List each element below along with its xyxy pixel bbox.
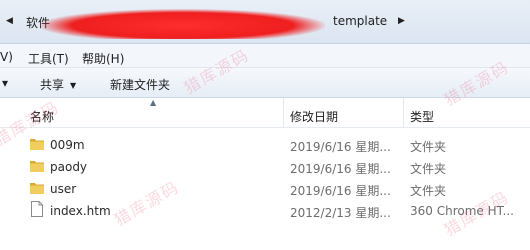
menu-bar: V) 工具(T) 帮助(H) <box>0 44 530 68</box>
address-bar[interactable]: ◀ 软件 template ▶ <box>0 0 530 44</box>
file-modified: 2019/6/16 星期... <box>290 140 391 154</box>
share-button[interactable]: 共享 ▼ <box>40 76 76 93</box>
html-file-icon <box>31 201 43 217</box>
column-header-type[interactable]: 类型 <box>410 108 434 125</box>
file-name: index.htm <box>50 204 111 218</box>
breadcrumb-item-template[interactable]: template <box>333 14 387 28</box>
file-type: 文件夹 <box>410 162 447 176</box>
file-row[interactable]: user 2019/6/16 星期... 文件夹 <box>0 178 530 200</box>
file-modified: 2012/2/13 星期... <box>290 206 391 220</box>
menu-view[interactable]: V) <box>0 50 13 64</box>
file-type: 文件夹 <box>410 184 447 198</box>
toolbar-dropdown-arrow-icon[interactable]: ▾ <box>2 76 8 90</box>
file-row[interactable]: paody 2019/6/16 星期... 文件夹 <box>0 156 530 178</box>
column-divider[interactable] <box>283 98 284 128</box>
folder-icon <box>30 161 44 172</box>
file-name: user <box>50 182 77 196</box>
column-header-modified[interactable]: 修改日期 <box>290 108 338 125</box>
chevron-down-icon: ▼ <box>70 81 77 90</box>
file-row[interactable]: 009m 2019/6/16 星期... 文件夹 <box>0 134 530 156</box>
breadcrumb-chevron-icon[interactable]: ▶ <box>398 16 405 26</box>
menu-tools[interactable]: 工具(T) <box>28 50 69 67</box>
column-divider[interactable] <box>403 98 404 128</box>
file-modified: 2019/6/16 星期... <box>290 184 391 198</box>
header-divider <box>0 127 530 128</box>
file-name: 009m <box>50 138 85 152</box>
folder-icon <box>30 183 44 194</box>
menu-help[interactable]: 帮助(H) <box>82 50 124 67</box>
file-type: 文件夹 <box>410 140 447 154</box>
share-button-label: 共享 <box>40 78 65 92</box>
redaction-scribble <box>40 9 325 39</box>
folder-icon <box>30 139 44 150</box>
sort-caret-icon: ▲ <box>150 98 157 107</box>
file-name: paody <box>50 160 88 174</box>
breadcrumb-arrow-icon[interactable]: ◀ <box>6 16 13 26</box>
file-modified: 2019/6/16 星期... <box>290 162 391 176</box>
new-folder-button[interactable]: 新建文件夹 <box>110 76 170 93</box>
